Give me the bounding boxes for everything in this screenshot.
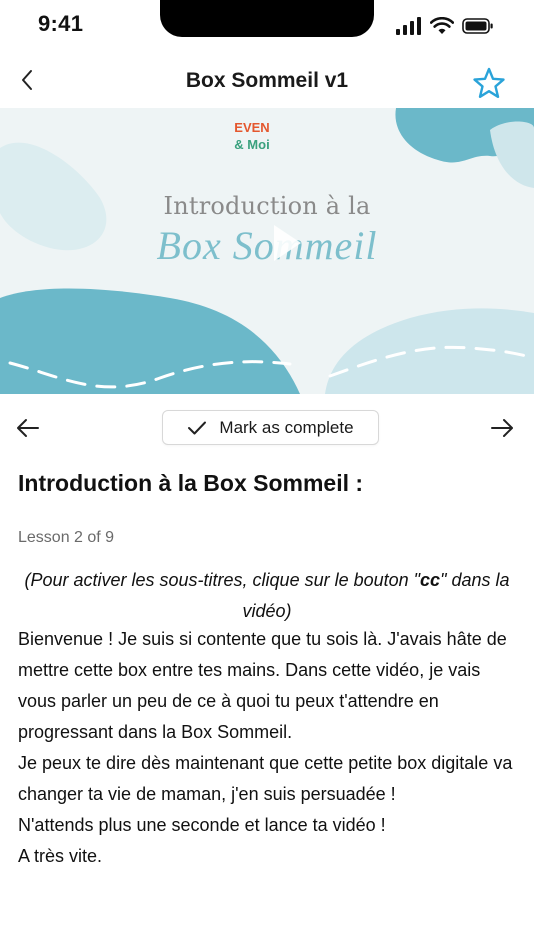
previous-lesson-button[interactable] [14, 414, 42, 442]
subtitles-note-prefix: (Pour activer les sous-titres, clique su… [24, 570, 421, 590]
page-title: Box Sommeil v1 [185, 69, 349, 92]
nav-bar: Box Sommeil v1 [0, 54, 534, 110]
signal-icon [396, 17, 421, 35]
favorite-button[interactable] [472, 66, 506, 100]
play-icon[interactable] [270, 222, 304, 264]
body-paragraph: N'attends plus une seconde et lance ta v… [18, 815, 386, 835]
video-title-line1: Introduction à la [163, 192, 371, 220]
body-paragraph: A très vite. [18, 846, 103, 866]
svg-text:EVEN: EVEN [234, 120, 269, 135]
lesson-counter: Lesson 2 of 9 [18, 529, 115, 546]
device-notch [160, 0, 374, 37]
body-paragraph: Je peux te dire dès maintenant que cette… [18, 753, 513, 804]
video-title-line2: Box Sommeil [156, 223, 378, 268]
battery-icon [462, 18, 493, 34]
arrow-right-icon [491, 419, 513, 437]
wifi-icon [430, 17, 454, 34]
status-time: 9:41 [38, 11, 84, 36]
mark-complete-button[interactable]: Mark as complete [162, 410, 379, 445]
subtitles-note: (Pour activer les sous-titres, clique su… [18, 565, 516, 627]
lesson-navigation: Mark as complete [0, 404, 534, 452]
arrow-left-icon [17, 419, 39, 437]
status-icons [396, 16, 494, 36]
lesson-body: Bienvenue ! Je suis si contente que tu s… [18, 624, 518, 872]
body-paragraph: Bienvenue ! Je suis si contente que tu s… [18, 629, 507, 742]
next-lesson-button[interactable] [488, 414, 516, 442]
checkmark-icon [188, 421, 207, 434]
svg-text:& Moi: & Moi [234, 137, 269, 152]
brand-logo: EVEN & Moi [234, 120, 269, 152]
video-player[interactable]: EVEN & Moi Introduction à la Box Sommeil [0, 108, 534, 394]
mark-complete-label: Mark as complete [219, 417, 354, 437]
subtitles-note-cc: cc [420, 570, 441, 590]
lesson-title: Introduction à la Box Sommeil : [18, 470, 364, 496]
status-bar: 9:41 [0, 0, 534, 50]
star-icon [473, 67, 505, 98]
